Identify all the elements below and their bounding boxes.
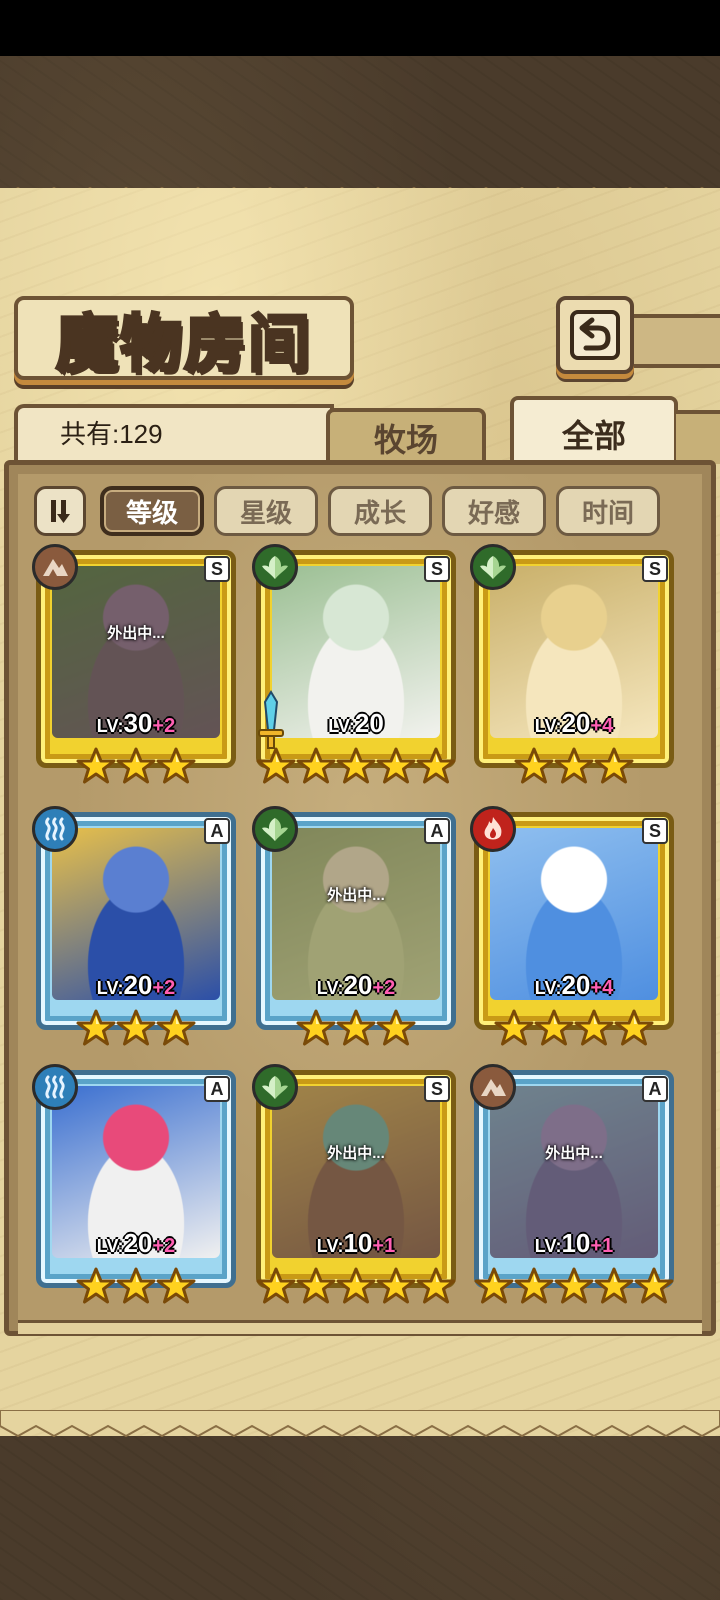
sort-order-toggle[interactable] xyxy=(34,486,86,536)
star-icon xyxy=(634,1266,674,1306)
star-icon xyxy=(156,1008,196,1048)
sort-star-button[interactable]: 星级 xyxy=(214,486,318,536)
star-icon xyxy=(116,1008,156,1048)
star-icon xyxy=(494,1008,534,1048)
rank-badge: A xyxy=(642,1076,668,1102)
rank-badge: S xyxy=(204,556,230,582)
star-icon xyxy=(514,746,554,786)
page-title: 魔物房间 xyxy=(54,306,312,382)
earth-mountain-icon xyxy=(470,1064,516,1110)
star-icon xyxy=(116,746,156,786)
leaf-icon xyxy=(470,544,516,590)
rank-badge: S xyxy=(642,818,668,844)
star-icon xyxy=(614,1008,654,1048)
back-button-rail xyxy=(630,314,720,368)
rank-badge: A xyxy=(204,1076,230,1102)
star-icon xyxy=(376,1266,416,1306)
panel-bottom-edge xyxy=(0,1410,720,1438)
status-bar xyxy=(0,0,720,56)
level-label: LV:20+4 xyxy=(534,970,614,1000)
earth-mountain-icon xyxy=(32,544,78,590)
star-icon xyxy=(256,1266,296,1306)
rank-badge: S xyxy=(642,556,668,582)
sword-icon xyxy=(258,690,284,749)
star-icon xyxy=(156,746,196,786)
star-icon xyxy=(76,1266,116,1306)
star-rating xyxy=(474,746,674,788)
leaf-icon xyxy=(252,544,298,590)
total-count: 共有:129 xyxy=(60,419,163,449)
star-rating xyxy=(474,1266,674,1308)
monster-card[interactable]: S LV:20+4 xyxy=(470,544,674,790)
star-icon xyxy=(336,1008,376,1048)
star-icon xyxy=(76,1008,116,1048)
rank-badge: A xyxy=(424,818,450,844)
star-icon xyxy=(336,746,376,786)
level-label: LV:30+2 xyxy=(96,708,176,738)
star-icon xyxy=(594,746,634,786)
star-rating xyxy=(36,746,236,788)
level-label: LV:10+1 xyxy=(534,1228,614,1258)
flame-icon xyxy=(470,806,516,852)
sort-affection-button[interactable]: 好感 xyxy=(442,486,546,536)
tab-farm[interactable]: 牧场 xyxy=(326,408,486,464)
star-icon xyxy=(116,1266,156,1306)
sort-level-button[interactable]: 等级 xyxy=(100,486,204,536)
star-icon xyxy=(594,1266,634,1306)
monster-card[interactable]: S LV:20+4 xyxy=(470,806,674,1052)
star-icon xyxy=(574,1008,614,1048)
rank-badge: S xyxy=(424,556,450,582)
sort-time-button[interactable]: 时间 xyxy=(556,486,660,536)
back-arrow-icon xyxy=(570,310,620,360)
rank-badge: A xyxy=(204,818,230,844)
level-label: LV:10+1 xyxy=(316,1228,396,1258)
monster-card[interactable]: S 外出中... LV:10+1 xyxy=(252,1064,456,1310)
water-waves-icon xyxy=(32,806,78,852)
away-status: 外出中... xyxy=(545,1145,603,1162)
star-icon xyxy=(554,746,594,786)
star-icon xyxy=(376,746,416,786)
tab-bar-edge xyxy=(676,410,720,464)
level-label: LV:20+2 xyxy=(96,1228,176,1258)
star-icon xyxy=(474,1266,514,1306)
away-status: 外出中... xyxy=(107,625,165,642)
star-icon xyxy=(296,1266,336,1306)
star-rating xyxy=(36,1266,236,1308)
star-icon xyxy=(514,1266,554,1306)
star-icon xyxy=(156,1266,196,1306)
away-status: 外出中... xyxy=(327,887,385,904)
away-status: 外出中... xyxy=(327,1145,385,1162)
sort-growth-button[interactable]: 成长 xyxy=(328,486,432,536)
monster-card[interactable]: A LV:20+2 xyxy=(32,806,236,1052)
star-icon xyxy=(376,1008,416,1048)
star-icon xyxy=(554,1266,594,1306)
back-button[interactable] xyxy=(556,296,634,374)
star-rating xyxy=(36,1008,236,1050)
star-icon xyxy=(534,1008,574,1048)
star-icon xyxy=(416,746,456,786)
monster-list-bottom-rail xyxy=(18,1320,702,1334)
level-label: LV:20+2 xyxy=(96,970,176,1000)
star-icon xyxy=(76,746,116,786)
monster-card[interactable]: S 外出中... LV:30+2 xyxy=(32,544,236,790)
star-rating xyxy=(256,1008,456,1050)
leaf-icon xyxy=(252,1064,298,1110)
level-label: LV:20+2 xyxy=(316,970,396,1000)
tab-all[interactable]: 全部 xyxy=(510,396,678,468)
star-icon xyxy=(336,1266,376,1306)
star-rating xyxy=(256,1266,456,1308)
level-label: LV:20+4 xyxy=(534,708,614,738)
rank-badge: S xyxy=(424,1076,450,1102)
sort-order-icon xyxy=(51,500,70,523)
monster-card[interactable]: A 外出中... LV:20+2 xyxy=(252,806,456,1052)
star-icon xyxy=(416,1266,456,1306)
monster-card[interactable]: A 外出中... LV:10+1 xyxy=(470,1064,674,1310)
water-waves-icon xyxy=(32,1064,78,1110)
leaf-icon xyxy=(252,806,298,852)
monster-card[interactable]: S LV:20 xyxy=(252,544,456,790)
monster-card[interactable]: A LV:20+2 xyxy=(32,1064,236,1310)
star-rating xyxy=(474,1008,674,1050)
star-icon xyxy=(296,746,336,786)
star-icon xyxy=(296,1008,336,1048)
